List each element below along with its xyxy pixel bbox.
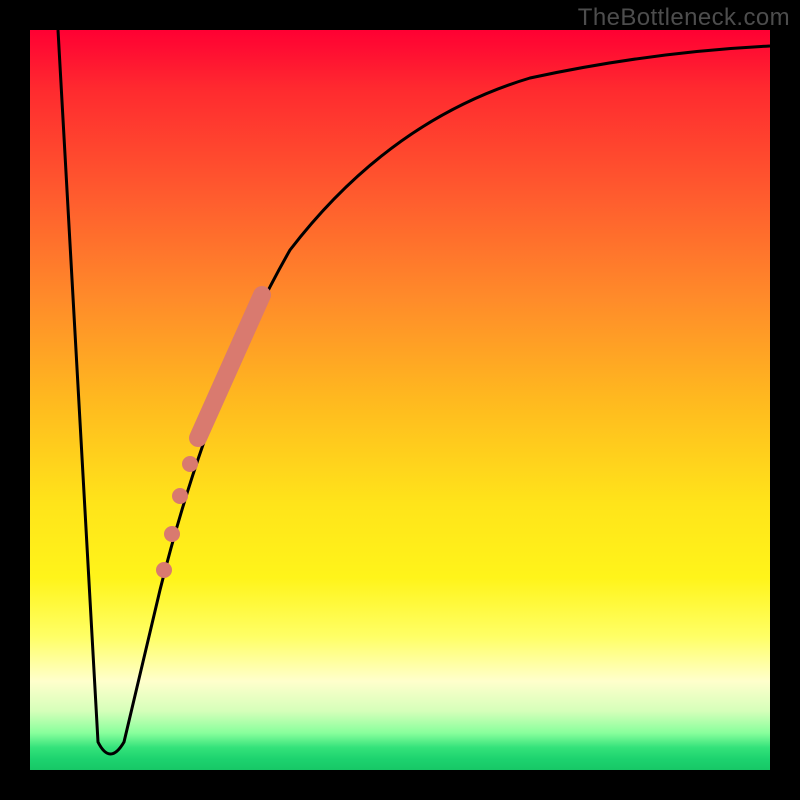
highlight-dot [172, 488, 188, 504]
plot-area [30, 30, 770, 770]
highlight-dot [156, 562, 172, 578]
watermark-text: TheBottleneck.com [578, 4, 790, 32]
chart-frame: TheBottleneck.com [0, 0, 800, 800]
bottleneck-curve [58, 30, 770, 754]
highlight-dot [164, 526, 180, 542]
curve-layer [30, 30, 770, 770]
highlight-segment [198, 295, 262, 438]
highlight-dot [182, 456, 198, 472]
